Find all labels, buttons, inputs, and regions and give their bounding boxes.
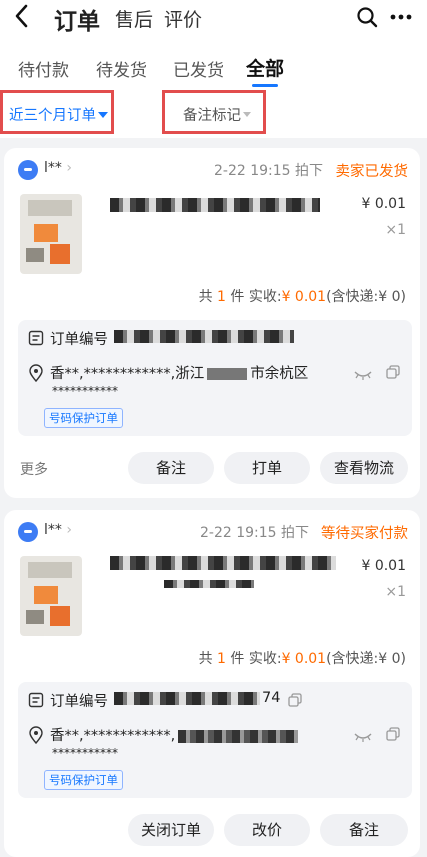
buyer-name[interactable]: l** › <box>44 522 72 538</box>
tab-pending-shipment[interactable]: 待发货 <box>96 56 147 81</box>
shipping-address: 香**,************, <box>50 724 299 745</box>
order-summary: 共 1 件 实收:¥ 0.01(含快递:¥ 0) <box>198 289 406 305</box>
more-options-icon[interactable] <box>389 6 413 32</box>
copy-icon[interactable] <box>386 726 400 745</box>
note-mark-filter-dropdown[interactable]: 备注标记 <box>162 90 266 134</box>
tab-after-sales[interactable]: 售后 <box>115 5 153 32</box>
tab-shipped[interactable]: 已发货 <box>173 56 224 81</box>
product-quantity: ×1 <box>385 584 406 600</box>
item-count: 1 <box>217 289 226 305</box>
order-time: 2-22 19:15 拍下 <box>200 525 310 541</box>
eye-hidden-icon[interactable] <box>354 728 372 747</box>
product-price: ¥ 0.01 <box>361 558 406 574</box>
order-card[interactable]: l** › 2-22 19:15 拍下 等待买家付款 ¥ 0.01 ×1 共 1… <box>4 510 420 857</box>
product-title-redacted-line2[interactable] <box>164 580 254 588</box>
order-info-box: 订单编号 香**,************,浙江 市余杭区 ***********… <box>18 320 412 436</box>
privacy-order-tag: 号码保护订单 <box>44 770 123 790</box>
active-tab-indicator <box>252 84 278 87</box>
order-card[interactable]: l** › 2-22 19:15 拍下 卖家已发货 ¥ 0.01 ×1 共 1 … <box>4 148 420 498</box>
copy-icon[interactable] <box>386 364 400 383</box>
product-title-redacted[interactable] <box>110 556 336 570</box>
order-number-redacted <box>114 330 294 343</box>
order-number-label: 订单编号 <box>50 332 108 348</box>
order-number-tail: 74 <box>262 690 281 706</box>
filter-bar: 近三个月订单 备注标记 <box>0 90 427 138</box>
order-number-redacted <box>114 692 260 705</box>
product-quantity: ×1 <box>385 222 406 238</box>
more-actions-link[interactable]: 更多 <box>20 459 48 479</box>
order-number-icon <box>28 692 44 712</box>
phone-masked: *********** <box>52 384 118 398</box>
order-status-tabs: 待付款 待发货 已发货 全部 <box>0 36 427 90</box>
tab-pending-payment[interactable]: 待付款 <box>18 56 69 81</box>
product-title-redacted[interactable] <box>110 198 320 212</box>
back-arrow-icon[interactable] <box>14 4 28 28</box>
period-filter-label: 近三个月订单 <box>9 108 96 124</box>
buyer-name[interactable]: l** › <box>44 160 72 176</box>
order-number-icon <box>28 330 44 350</box>
print-order-button[interactable]: 打单 <box>224 452 310 484</box>
eye-hidden-icon[interactable] <box>354 366 372 385</box>
product-thumbnail[interactable] <box>20 194 82 274</box>
order-time: 2-22 19:15 拍下 <box>214 163 324 179</box>
note-button[interactable]: 备注 <box>128 452 214 484</box>
order-number-label: 订单编号 <box>50 694 108 710</box>
received-amount: ¥ 0.01 <box>281 651 327 667</box>
change-price-button[interactable]: 改价 <box>224 814 310 846</box>
order-status: 等待买家付款 <box>321 526 408 542</box>
buyer-avatar-icon <box>18 522 38 542</box>
item-count: 1 <box>217 651 226 667</box>
location-icon <box>28 364 44 386</box>
received-amount: ¥ 0.01 <box>281 289 327 305</box>
tab-reviews[interactable]: 评价 <box>164 5 202 32</box>
tab-all[interactable]: 全部 <box>246 54 284 81</box>
caret-down-icon <box>243 112 251 117</box>
page-title[interactable]: 订单 <box>54 2 100 36</box>
location-icon <box>28 726 44 748</box>
note-button[interactable]: 备注 <box>320 814 408 846</box>
product-price: ¥ 0.01 <box>361 196 406 212</box>
order-status: 卖家已发货 <box>335 164 409 180</box>
product-thumbnail[interactable] <box>20 556 82 636</box>
period-filter-dropdown[interactable]: 近三个月订单 <box>0 90 114 134</box>
shipping-address: 香**,************,浙江 市余杭区 <box>50 366 309 382</box>
close-order-button[interactable]: 关闭订单 <box>128 814 214 846</box>
phone-masked: *********** <box>52 746 118 760</box>
order-summary: 共 1 件 实收:¥ 0.01(含快递:¥ 0) <box>198 651 406 667</box>
privacy-order-tag: 号码保护订单 <box>44 408 123 428</box>
view-logistics-button[interactable]: 查看物流 <box>320 452 408 484</box>
copy-icon[interactable] <box>288 692 302 711</box>
buyer-avatar-icon <box>18 160 38 180</box>
caret-down-icon <box>98 112 108 118</box>
note-mark-filter-label: 备注标记 <box>183 108 241 124</box>
search-icon[interactable] <box>356 6 378 32</box>
order-info-box: 订单编号 74 香**,************, *********** 号码… <box>18 682 412 798</box>
top-bar: 订单 售后 评价 <box>0 0 427 36</box>
